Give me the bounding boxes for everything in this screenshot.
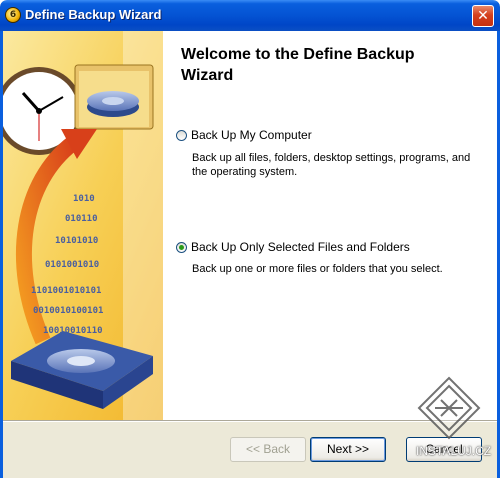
binary-row: 0010010100101 bbox=[33, 306, 103, 316]
binary-row: 1010 bbox=[73, 194, 95, 204]
back-button[interactable]: << Back bbox=[230, 437, 306, 462]
description-line: Back up one or more files or folders tha… bbox=[192, 263, 443, 275]
backup-my-computer-description: Back up all files, folders, desktop sett… bbox=[192, 151, 482, 179]
close-button[interactable]: ✕ bbox=[472, 5, 494, 27]
next-button[interactable]: Next >> bbox=[310, 437, 386, 462]
window-title: Define Backup Wizard bbox=[25, 7, 162, 22]
illustration-svg: 1010 010110 10101010 0101001010 11010010… bbox=[3, 31, 163, 420]
title-bar[interactable]: 6 Define Backup Wizard ✕ bbox=[0, 0, 500, 31]
binary-row: 0101001010 bbox=[45, 260, 99, 270]
page-title-line2: Wizard bbox=[181, 67, 234, 84]
wizard-window: 6 Define Backup Wizard ✕ 1010 010110 101… bbox=[0, 0, 500, 478]
app-icon: 6 bbox=[5, 7, 21, 23]
description-line: the operating system. bbox=[192, 166, 298, 178]
backup-my-computer-radio[interactable] bbox=[176, 130, 187, 141]
description-line: Back up all files, folders, desktop sett… bbox=[192, 152, 471, 164]
page-title-line1: Welcome to the Define Backup bbox=[181, 46, 415, 63]
page-title: Welcome to the Define Backup Wizard bbox=[181, 44, 481, 86]
binary-row: 10101010 bbox=[55, 236, 98, 246]
backup-selected-files-description: Back up one or more files or folders tha… bbox=[192, 262, 482, 276]
watermark-text: INSTALUJ.CZ bbox=[416, 444, 492, 458]
watermark-logo-icon bbox=[417, 376, 481, 440]
backup-selected-files-radio[interactable] bbox=[176, 242, 187, 253]
backup-my-computer-label[interactable]: Back Up My Computer bbox=[191, 128, 312, 142]
radio-selected-dot bbox=[179, 245, 184, 250]
backup-selected-files-label[interactable]: Back Up Only Selected Files and Folders bbox=[191, 240, 410, 254]
wizard-illustration: 1010 010110 10101010 0101001010 11010010… bbox=[3, 31, 163, 420]
binary-row: 010110 bbox=[65, 214, 98, 224]
binary-row: 1101001010101 bbox=[31, 286, 101, 296]
folder-icon bbox=[74, 64, 154, 130]
